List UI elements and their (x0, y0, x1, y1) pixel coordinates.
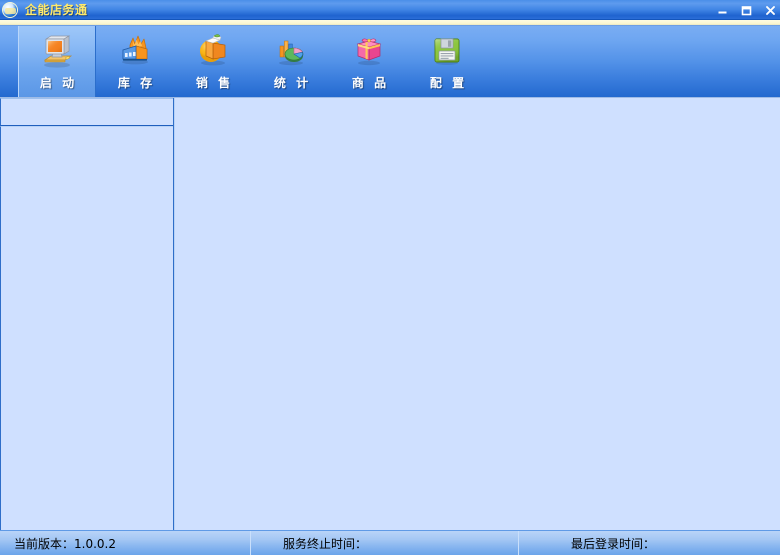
toolbar-button-start-label: 启 动 (39, 76, 78, 90)
workspace (0, 98, 780, 530)
toolbar-button-sales[interactable]: 销 售 (174, 26, 252, 97)
close-button[interactable] (764, 4, 777, 17)
maximize-button[interactable] (740, 4, 753, 17)
toolbar-button-inventory-label: 库 存 (117, 76, 156, 90)
toolbar-button-statistics-label: 统 计 (273, 76, 312, 90)
status-last-login-time: 最后登录时间： (518, 531, 780, 555)
open-box-icon (194, 32, 232, 70)
app-logo-icon (2, 1, 18, 18)
toolbar-button-sales-label: 销 售 (195, 76, 234, 90)
sidebar-tree-panel[interactable] (0, 126, 173, 530)
toolbar-button-configuration[interactable]: 配 置 (408, 26, 486, 97)
application-window: 企能店务通 启 动 库 存 销 售 统 计 商 品 配 置 当前版本：1.0.0… (0, 0, 780, 555)
toolbar-button-statistics[interactable]: 统 计 (252, 26, 330, 97)
gift-box-icon (350, 32, 388, 70)
status-service-end-time: 服务终止时间： (250, 531, 518, 555)
window-title: 企能店务通 (25, 3, 88, 17)
left-sidebar (0, 98, 174, 530)
sidebar-top-panel[interactable] (0, 98, 173, 126)
toolbar-button-start[interactable]: 启 动 (18, 26, 96, 97)
main-content-area[interactable] (174, 98, 780, 530)
toolbar-button-products-label: 商 品 (351, 76, 390, 90)
pie-chart-icon (272, 32, 310, 70)
toolbar-button-configuration-label: 配 置 (429, 76, 468, 90)
window-controls (716, 0, 777, 20)
title-bar: 企能店务通 (0, 0, 780, 20)
computer-monitor-icon (38, 32, 76, 70)
floppy-disk-icon (428, 32, 466, 70)
status-version: 当前版本：1.0.0.2 (14, 536, 116, 551)
factory-icon (116, 32, 154, 70)
minimize-button[interactable] (716, 4, 729, 17)
main-toolbar: 启 动 库 存 销 售 统 计 商 品 配 置 (0, 26, 780, 98)
toolbar-button-products[interactable]: 商 品 (330, 26, 408, 97)
status-bar: 当前版本：1.0.0.2 服务终止时间： 最后登录时间： (0, 530, 780, 555)
toolbar-button-inventory[interactable]: 库 存 (96, 26, 174, 97)
